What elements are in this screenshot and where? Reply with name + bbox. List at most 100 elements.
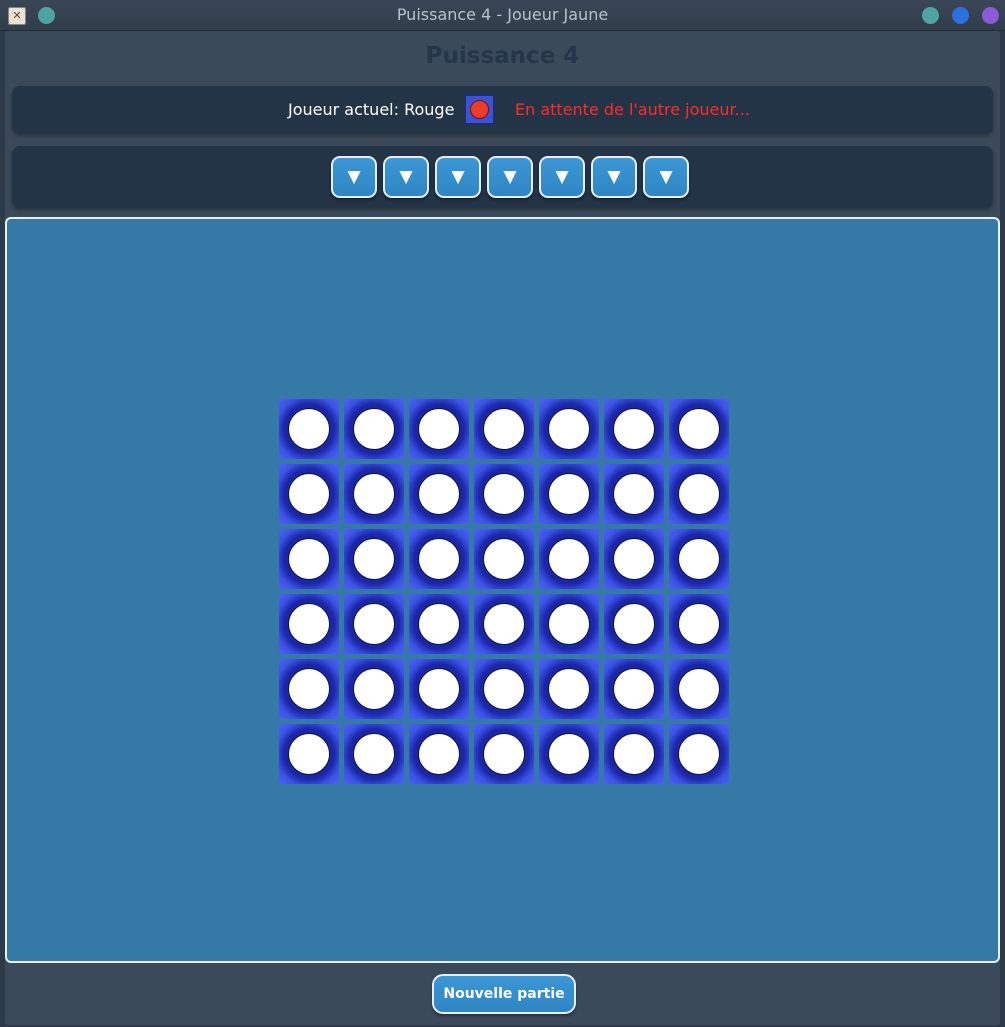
drop-column-6-button[interactable]: ▼ [591, 156, 637, 198]
board-cell [604, 594, 664, 654]
empty-slot [353, 408, 395, 450]
board-cell [474, 594, 534, 654]
column-selector-panel: ▼ ▼ ▼ ▼ ▼ ▼ ▼ [12, 146, 993, 208]
empty-slot [613, 538, 655, 580]
board-cell [604, 464, 664, 524]
empty-slot [288, 603, 330, 645]
empty-slot [613, 408, 655, 450]
column-buttons: ▼ ▼ ▼ ▼ ▼ ▼ ▼ [331, 156, 689, 198]
board-cell [409, 464, 469, 524]
empty-slot [483, 733, 525, 775]
empty-slot [418, 408, 460, 450]
board-cell [669, 464, 729, 524]
empty-slot [678, 733, 720, 775]
board-cell [279, 529, 339, 589]
drop-column-1-button[interactable]: ▼ [331, 156, 377, 198]
empty-slot [288, 408, 330, 450]
board-cell [409, 399, 469, 459]
empty-slot [613, 473, 655, 515]
board-cell [539, 464, 599, 524]
status-message: En attente de l'autre joueur... [515, 100, 750, 119]
empty-slot [288, 668, 330, 710]
new-game-button[interactable]: Nouvelle partie [432, 974, 576, 1014]
board-cell [539, 594, 599, 654]
board-cell [279, 659, 339, 719]
empty-slot [613, 733, 655, 775]
board-cell [604, 659, 664, 719]
board-area [5, 217, 1000, 963]
board-cell [409, 529, 469, 589]
down-arrow-icon: ▼ [451, 167, 465, 187]
down-arrow-icon: ▼ [503, 167, 517, 187]
board-cell [474, 464, 534, 524]
empty-slot [483, 538, 525, 580]
board-cell [669, 724, 729, 784]
empty-slot [548, 603, 590, 645]
empty-slot [548, 408, 590, 450]
info-panel: Joueur actuel: Rouge En attente de l'aut… [12, 86, 993, 134]
board-cell [344, 594, 404, 654]
board-cell [279, 724, 339, 784]
empty-slot [483, 668, 525, 710]
drop-column-4-button[interactable]: ▼ [487, 156, 533, 198]
maximize-button[interactable] [952, 7, 969, 24]
board-cell [604, 529, 664, 589]
down-arrow-icon: ▼ [399, 167, 413, 187]
empty-slot [678, 408, 720, 450]
empty-slot [678, 603, 720, 645]
board-cell [344, 659, 404, 719]
board-cell [344, 724, 404, 784]
board-cell [669, 594, 729, 654]
board-cell [474, 724, 534, 784]
empty-slot [678, 538, 720, 580]
empty-slot [548, 733, 590, 775]
close-button[interactable] [982, 7, 999, 24]
board-cell [539, 399, 599, 459]
board-cell [669, 399, 729, 459]
empty-slot [483, 473, 525, 515]
empty-slot [483, 408, 525, 450]
empty-slot [353, 603, 395, 645]
current-player-label: Joueur actuel: Rouge [288, 100, 455, 119]
red-disc-icon [470, 100, 489, 119]
title-bar: ✕ Puissance 4 - Joueur Jaune [0, 0, 1005, 31]
board-cell [604, 724, 664, 784]
drop-column-5-button[interactable]: ▼ [539, 156, 585, 198]
board-cell [409, 659, 469, 719]
empty-slot [678, 473, 720, 515]
board-cell [409, 594, 469, 654]
empty-slot [483, 603, 525, 645]
board-cell [539, 529, 599, 589]
empty-slot [418, 538, 460, 580]
board-cell [474, 529, 534, 589]
empty-slot [353, 473, 395, 515]
empty-slot [548, 538, 590, 580]
empty-slot [418, 603, 460, 645]
board-cell [344, 529, 404, 589]
empty-slot [353, 733, 395, 775]
board-cell [669, 659, 729, 719]
empty-slot [353, 668, 395, 710]
drop-column-7-button[interactable]: ▼ [643, 156, 689, 198]
empty-slot [418, 473, 460, 515]
board-cell [539, 659, 599, 719]
board-cell [669, 529, 729, 589]
board-cell [604, 399, 664, 459]
board-cell [279, 594, 339, 654]
board-cell [279, 399, 339, 459]
current-player-token [465, 95, 494, 124]
empty-slot [678, 668, 720, 710]
minimize-button[interactable] [922, 7, 939, 24]
board-cell [344, 464, 404, 524]
drop-column-2-button[interactable]: ▼ [383, 156, 429, 198]
down-arrow-icon: ▼ [607, 167, 621, 187]
down-arrow-icon: ▼ [659, 167, 673, 187]
drop-column-3-button[interactable]: ▼ [435, 156, 481, 198]
empty-slot [288, 538, 330, 580]
board-cell [539, 724, 599, 784]
board-cell [474, 659, 534, 719]
board-cell [279, 464, 339, 524]
empty-slot [418, 668, 460, 710]
empty-slot [548, 668, 590, 710]
window-title: Puissance 4 - Joueur Jaune [396, 5, 609, 24]
